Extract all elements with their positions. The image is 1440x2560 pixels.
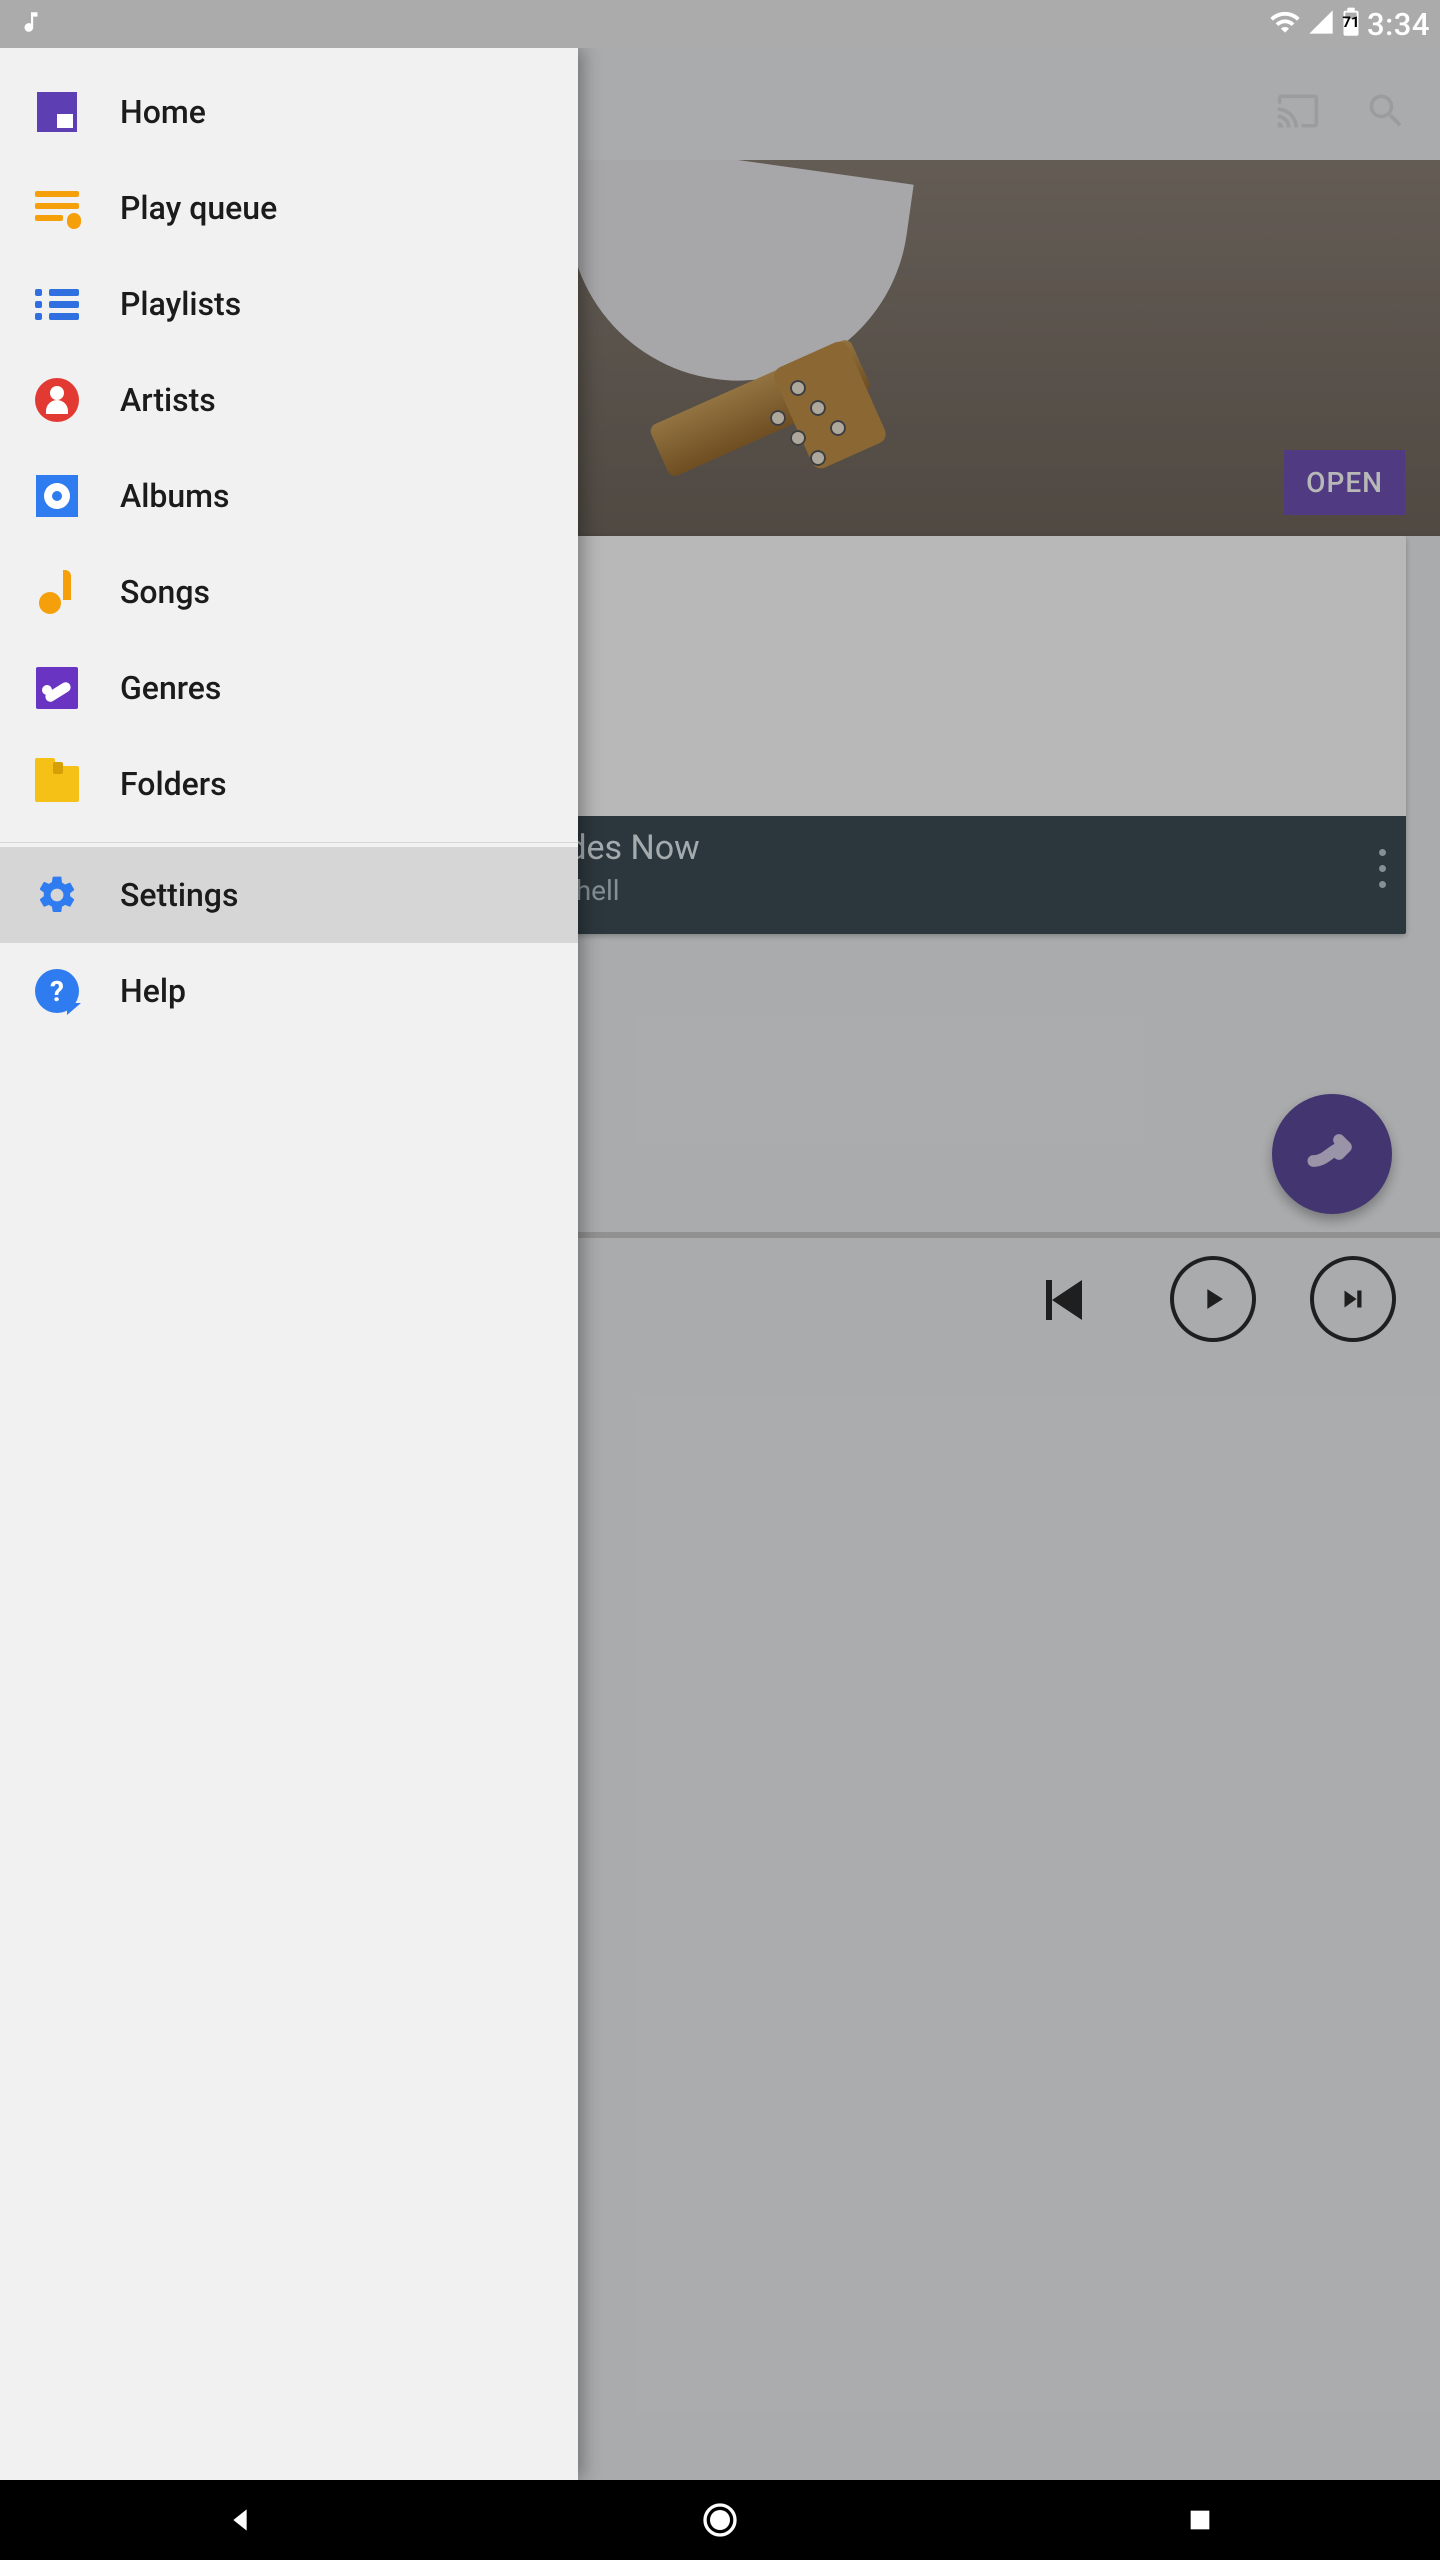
drawer-item-label: Play queue: [120, 189, 277, 227]
drawer-item-playlists[interactable]: Playlists: [0, 256, 578, 352]
home-button[interactable]: [698, 2498, 742, 2542]
artists-icon: [34, 377, 80, 423]
drawer-item-label: Artists: [120, 381, 216, 419]
drawer-item-label: Genres: [120, 669, 221, 707]
clock: 3:34: [1367, 6, 1430, 43]
albums-icon: [34, 473, 80, 519]
recent-apps-button[interactable]: [1178, 2498, 1222, 2542]
settings-icon: [34, 872, 80, 918]
battery-icon: 71: [1341, 7, 1361, 41]
genres-icon: [34, 665, 80, 711]
drawer-item-songs[interactable]: Songs: [0, 544, 578, 640]
drawer-item-settings[interactable]: Settings: [0, 847, 578, 943]
cell-signal-icon: [1307, 8, 1335, 40]
status-bar: 71 3:34: [0, 0, 1440, 48]
drawer-item-play-queue[interactable]: Play queue: [0, 160, 578, 256]
home-icon: [34, 89, 80, 135]
drawer-item-artists[interactable]: Artists: [0, 352, 578, 448]
drawer-item-label: Albums: [120, 477, 230, 515]
drawer-divider: [0, 842, 578, 843]
songs-icon: [34, 569, 80, 615]
play-queue-icon: [34, 185, 80, 231]
drawer-item-label: Home: [120, 93, 206, 131]
help-icon: ?: [34, 968, 80, 1014]
drawer-item-genres[interactable]: Genres: [0, 640, 578, 736]
drawer-item-label: Playlists: [120, 285, 241, 323]
wifi-icon: [1269, 6, 1301, 42]
drawer-item-label: Settings: [120, 876, 238, 914]
playlists-icon: [34, 281, 80, 327]
drawer-item-help[interactable]: ? Help: [0, 943, 578, 1039]
back-button[interactable]: [218, 2498, 262, 2542]
svg-text:71: 71: [1342, 13, 1359, 31]
drawer-item-home[interactable]: Home: [0, 64, 578, 160]
android-nav-bar: [0, 2480, 1440, 2560]
drawer-item-label: Songs: [120, 573, 210, 611]
drawer-item-label: Folders: [120, 765, 227, 803]
drawer-item-label: Help: [120, 972, 186, 1010]
drawer-item-folders[interactable]: Folders: [0, 736, 578, 832]
music-notification-icon: [18, 9, 44, 39]
drawer-item-albums[interactable]: Albums: [0, 448, 578, 544]
folders-icon: [34, 761, 80, 807]
navigation-drawer: Home Play queue Playlists Artists Albums…: [0, 48, 578, 2480]
